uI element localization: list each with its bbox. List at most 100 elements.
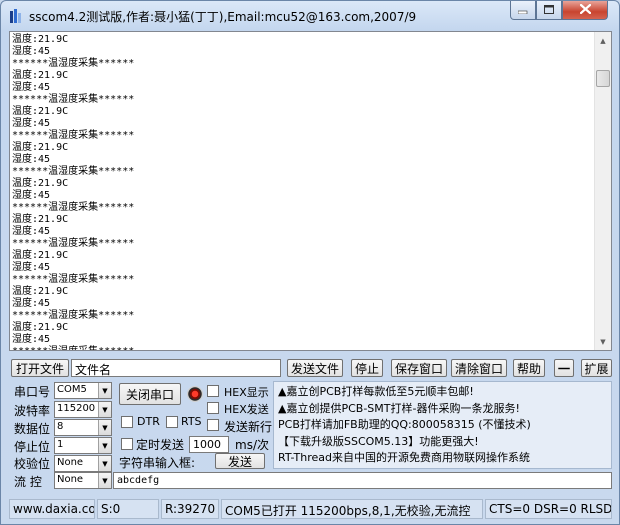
ad-panel: ▲嘉立创PCB打样每款低至5元顺丰包邮! ▲嘉立创提供PCB-SMT打样-器件采… xyxy=(273,381,612,469)
receive-line: 温度:21.9C xyxy=(12,286,69,297)
dtr-label: DTR xyxy=(137,415,160,428)
stopbits-value: 1 xyxy=(57,439,64,450)
receive-scrollbar[interactable]: ▲ ▼ xyxy=(594,32,611,350)
ad-line-2[interactable]: ▲嘉立创提供PCB-SMT打样-器件采购一条龙服务! xyxy=(278,401,607,418)
receive-line: 湿度:45 xyxy=(12,118,51,129)
chevron-down-icon: ▼ xyxy=(98,420,111,435)
receive-line: 温度:21.9C xyxy=(12,214,69,225)
receive-line: 温度:21.9C xyxy=(12,70,69,81)
receive-lines: 温度:21.9C 湿度:45 ******温湿度采集****** 温度:21.9C 湿度… xyxy=(12,34,594,350)
parity-select[interactable]: None ▼ xyxy=(54,455,112,472)
receive-line: ******温湿度采集****** xyxy=(12,94,135,105)
parity-label: 校验位 xyxy=(14,457,51,471)
scroll-down-icon[interactable]: ▼ xyxy=(595,333,611,350)
baud-select[interactable]: 115200 ▼ xyxy=(54,401,112,418)
send-file-button[interactable]: 发送文件 xyxy=(287,359,343,377)
status-sent-count: S:0 xyxy=(97,499,159,519)
stop-button[interactable]: 停止 xyxy=(351,359,383,377)
minimize-button[interactable] xyxy=(510,1,536,20)
receive-line: 湿度:45 xyxy=(12,226,51,237)
close-port-button[interactable]: 关闭串口 xyxy=(119,383,181,405)
port-status-led-icon xyxy=(187,386,203,402)
send-text-input[interactable]: abcdefg xyxy=(113,472,612,489)
port-value: COM5 xyxy=(57,384,87,395)
receive-line: 温度:21.9C xyxy=(12,142,69,153)
receive-line: ******温湿度采集****** xyxy=(12,202,135,213)
interval-input[interactable]: 1000 xyxy=(189,436,229,453)
receive-line: 湿度:45 xyxy=(12,298,51,309)
hex-send-checkbox[interactable] xyxy=(207,402,219,414)
send-newline-checkbox[interactable] xyxy=(207,419,219,431)
stopbits-label: 停止位 xyxy=(14,440,51,454)
receive-line: ******温湿度采集****** xyxy=(12,58,135,69)
maximize-button[interactable] xyxy=(536,1,562,20)
rts-checkbox[interactable] xyxy=(166,416,178,428)
receive-line: ******温湿度采集****** xyxy=(12,130,135,141)
string-input-label: 字符串输入框: xyxy=(119,456,196,470)
receive-line: 温度:21.9C xyxy=(12,322,69,333)
receive-line: 湿度:45 xyxy=(12,46,51,57)
receive-line: ******温湿度采集****** xyxy=(12,166,135,177)
send-newline-label: 发送新行 xyxy=(224,420,273,434)
settings-panel: 串口号 COM5 ▼ 波特率 115200 ▼ 数据位 8 ▼ 停止位 1 ▼ … xyxy=(9,379,612,472)
receive-line: 温度:21.9C xyxy=(12,106,69,117)
minimize-icon xyxy=(517,3,528,17)
ad-line-5[interactable]: RT-Thread来自中国的开源免费商用物联网操作系统 xyxy=(278,450,607,467)
close-button[interactable] xyxy=(562,1,608,20)
chevron-down-icon: ▼ xyxy=(98,438,111,453)
dtr-checkbox[interactable] xyxy=(121,416,133,428)
port-label: 串口号 xyxy=(14,385,51,399)
rts-label: RTS xyxy=(181,415,202,428)
baud-value: 115200 xyxy=(57,403,96,414)
file-name-field[interactable]: 文件名 xyxy=(71,359,281,377)
ad-line-1[interactable]: ▲嘉立创PCB打样每款低至5元顺丰包邮! xyxy=(278,384,607,401)
status-received-count: R:39270 xyxy=(161,499,219,519)
receive-line: ******温湿度采集****** xyxy=(12,310,135,321)
help-button[interactable]: 帮助 xyxy=(513,359,545,377)
receive-line: ******温湿度采集****** xyxy=(12,274,135,285)
receive-line: 温度:21.9C xyxy=(12,34,69,45)
clear-window-button[interactable]: 清除窗口 xyxy=(451,359,507,377)
title-bar[interactable]: sscom4.2测试版,作者:聂小猛(丁丁),Email:mcu52@163.c… xyxy=(1,1,619,31)
expand-button[interactable]: 扩展 xyxy=(581,359,612,377)
hex-display-label: HEX显示 xyxy=(224,386,269,399)
timed-send-checkbox[interactable] xyxy=(121,438,133,450)
open-file-button[interactable]: 打开文件 xyxy=(11,359,69,377)
status-port-state: COM5已打开 115200bps,8,1,无校验,无流控 xyxy=(221,499,483,519)
ad-line-3[interactable]: PCB打样请加FB助理的QQ:800058315 (不懂技术) xyxy=(278,417,607,434)
interval-unit: ms/次 xyxy=(235,438,269,452)
receive-line: 温度:21.9C xyxy=(12,250,69,261)
chevron-down-icon: ▼ xyxy=(98,473,111,488)
receive-text-area[interactable]: 温度:21.9C 湿度:45 ******温湿度采集****** 温度:21.9C 湿度… xyxy=(9,31,612,351)
databits-select[interactable]: 8 ▼ xyxy=(54,419,112,436)
receive-line: 温度:21.9C xyxy=(12,178,69,189)
close-icon xyxy=(578,3,592,17)
hex-send-label: HEX发送 xyxy=(224,403,269,416)
window-title: sscom4.2测试版,作者:聂小猛(丁丁),Email:mcu52@163.c… xyxy=(29,10,417,24)
status-bar: www.daxia.cor S:0 R:39270 COM5已打开 115200… xyxy=(9,499,612,519)
status-signals: CTS=0 DSR=0 RLSD xyxy=(485,499,612,519)
hex-display-checkbox[interactable] xyxy=(207,385,219,397)
parity-value: None xyxy=(57,457,84,468)
send-button[interactable]: 发送 xyxy=(215,453,265,469)
scroll-up-icon[interactable]: ▲ xyxy=(595,32,611,49)
stopbits-select[interactable]: 1 ▼ xyxy=(54,437,112,454)
chevron-down-icon: ▼ xyxy=(98,383,111,398)
receive-line: 湿度:45 xyxy=(12,190,51,201)
databits-label: 数据位 xyxy=(14,422,51,436)
app-icon xyxy=(9,8,23,24)
save-window-button[interactable]: 保存窗口 xyxy=(391,359,447,377)
receive-line: ******温湿度采集****** xyxy=(12,346,594,350)
ad-line-4[interactable]: 【下载升级版SSCOM5.13】功能更强大! xyxy=(278,434,607,451)
app-window: sscom4.2测试版,作者:聂小猛(丁丁),Email:mcu52@163.c… xyxy=(0,0,620,525)
flow-select[interactable]: None ▼ xyxy=(54,472,112,489)
receive-line: 湿度:45 xyxy=(12,334,51,345)
status-site-link[interactable]: www.daxia.cor xyxy=(9,499,95,519)
databits-value: 8 xyxy=(57,421,64,432)
chevron-down-icon: ▼ xyxy=(98,402,111,417)
receive-line: 湿度:45 xyxy=(12,154,51,165)
baud-label: 波特率 xyxy=(14,404,51,418)
collapse-button[interactable]: 一 xyxy=(554,359,574,377)
scroll-thumb[interactable] xyxy=(596,70,610,87)
port-select[interactable]: COM5 ▼ xyxy=(54,382,112,399)
